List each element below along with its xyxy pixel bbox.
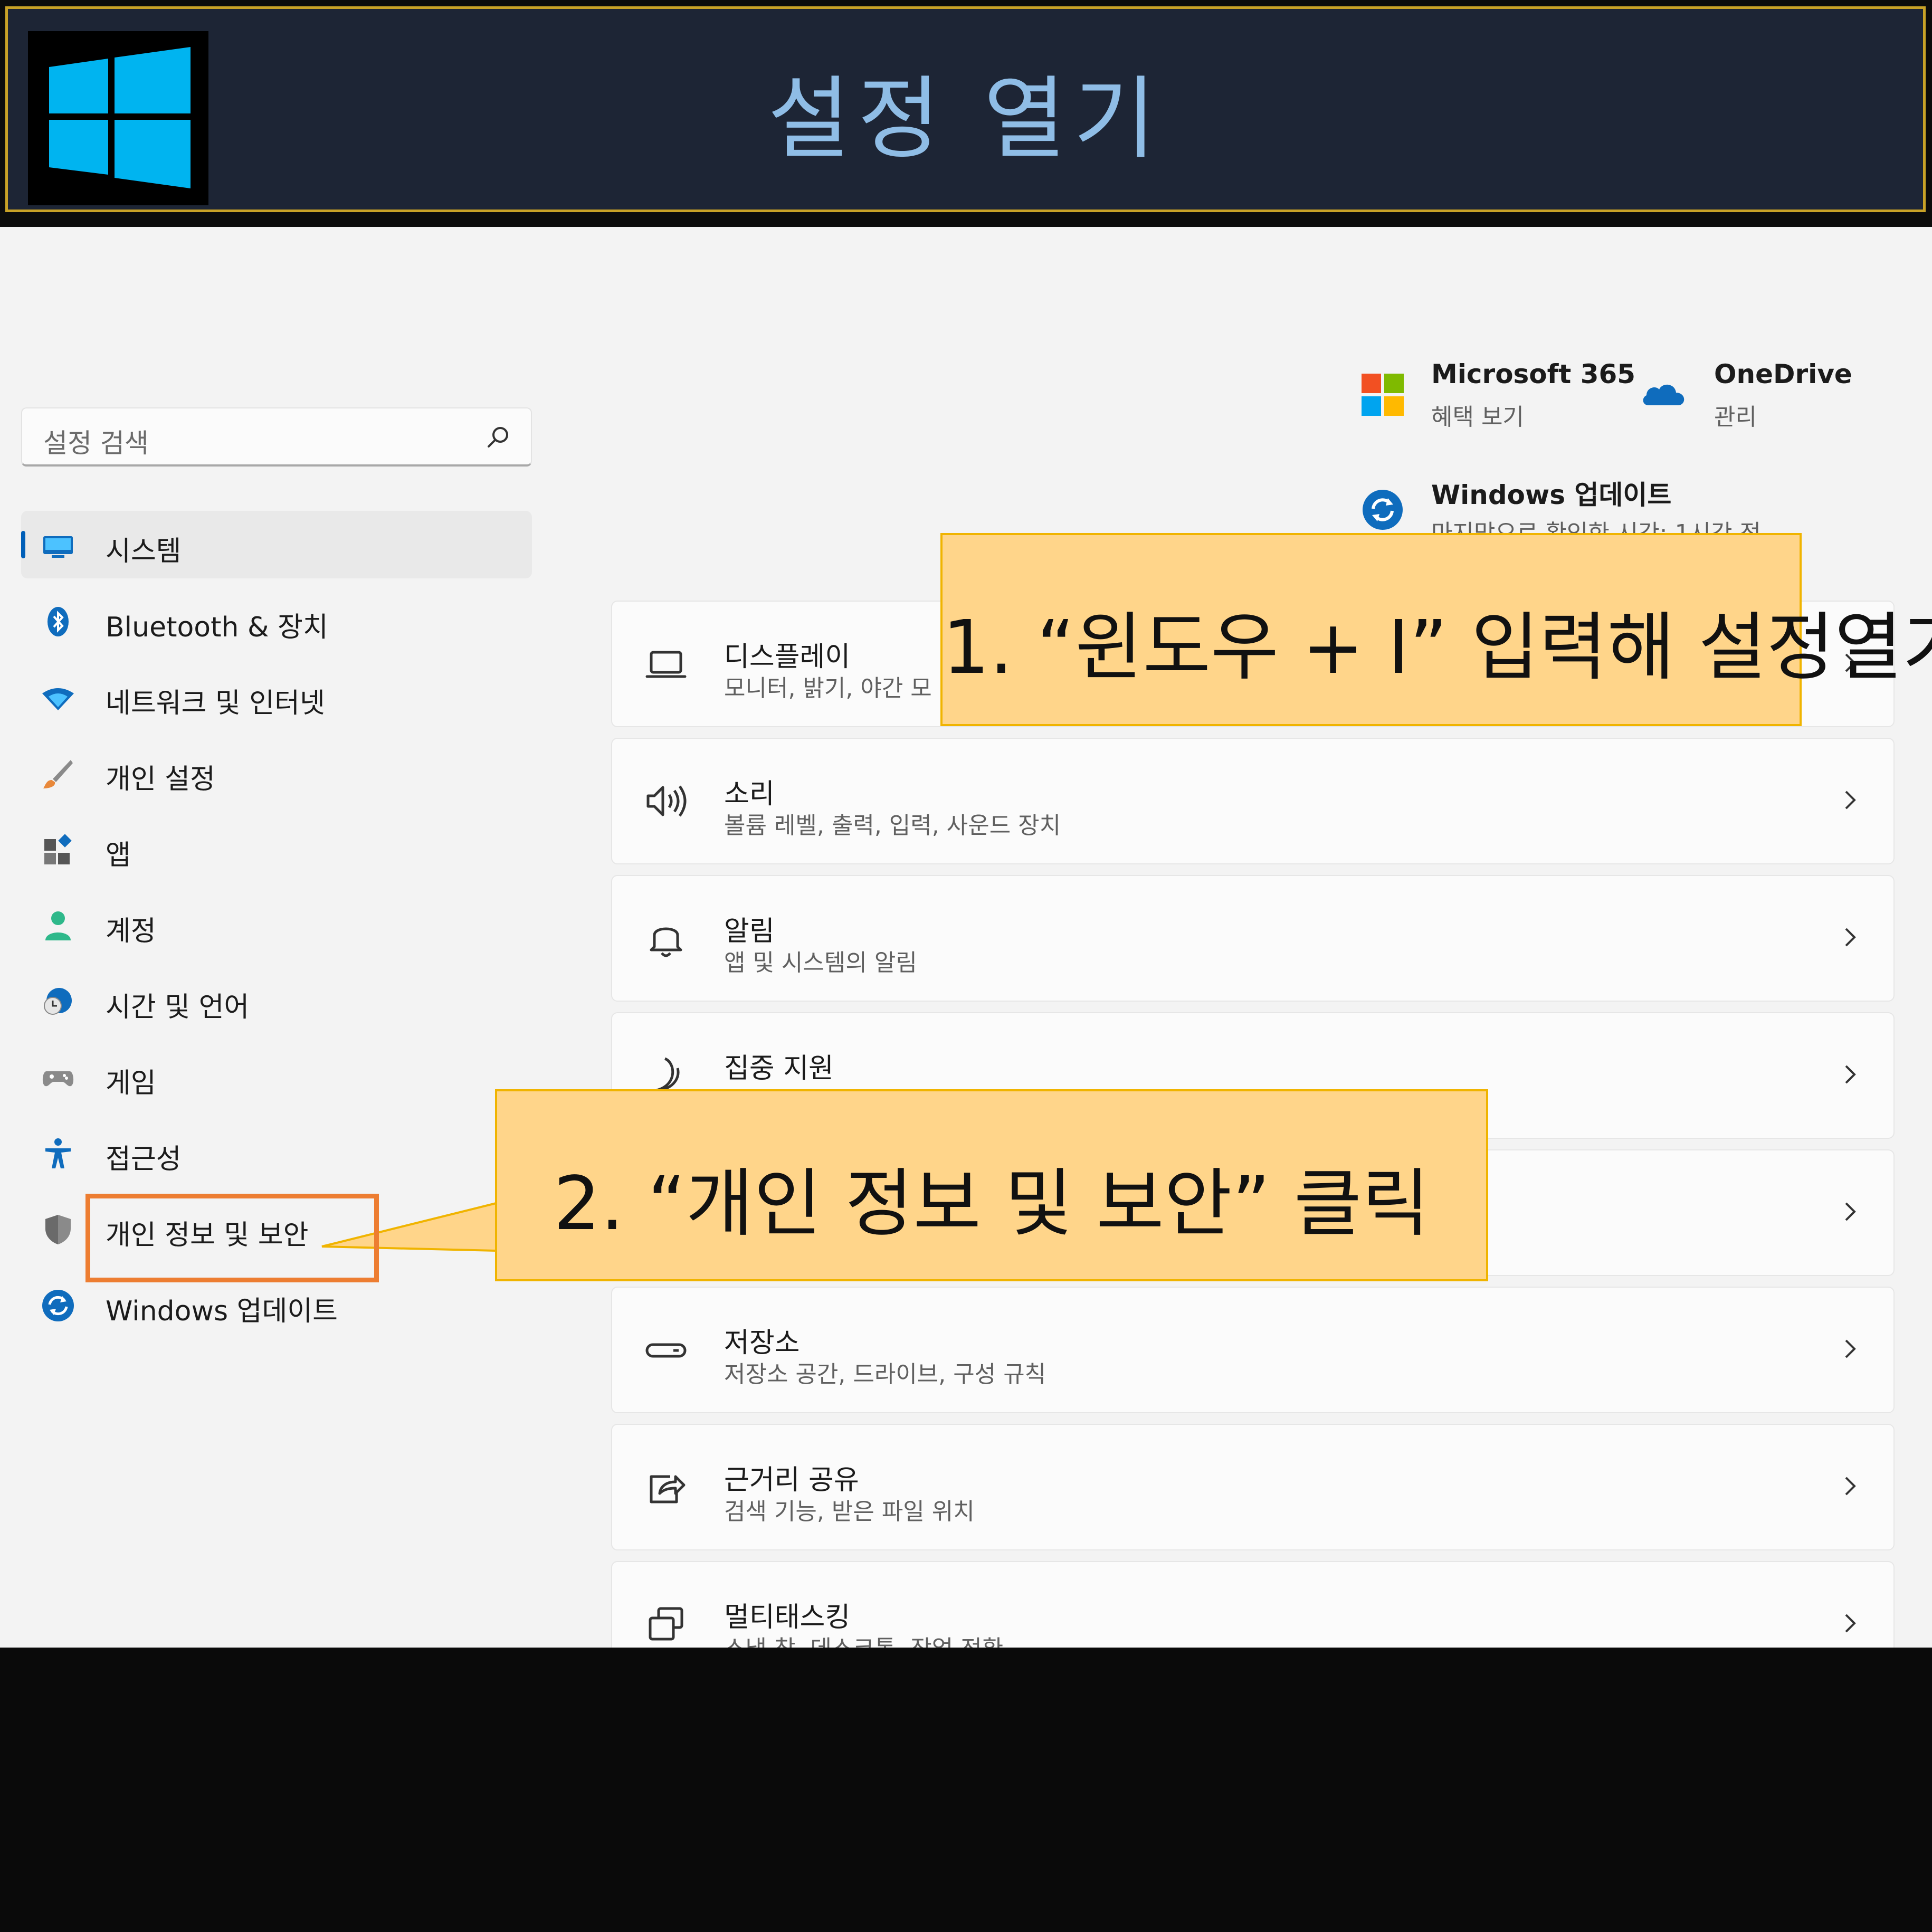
chevron-right-icon <box>1845 928 1856 947</box>
sidebar-item-accessibility[interactable]: 접근성 <box>21 1119 532 1186</box>
shield-icon <box>45 1215 71 1244</box>
gamepad-icon <box>42 1071 74 1087</box>
windows-stack-icon <box>649 1607 683 1641</box>
bell-icon <box>650 927 682 957</box>
sidebar-item-label: 네트워크 및 인터넷 <box>106 688 325 719</box>
clock-globe-icon <box>44 988 72 1015</box>
bottom-band <box>0 1648 1932 1932</box>
card-multitasking[interactable]: 멀티태스킹 스냅 창, 데스크톱, 작업 전환 <box>611 1561 1895 1648</box>
card-title: 알림 <box>724 916 775 947</box>
microsoft365-title: Microsoft 365 <box>1431 359 1636 389</box>
card-title: 저장소 <box>724 1327 800 1359</box>
bluetooth-icon <box>47 607 69 636</box>
windows-update-title: Windows 업데이트 <box>1431 480 1672 510</box>
wifi-icon <box>42 688 74 710</box>
callout-step2-text: 2. “개인 정보 및 보안” 클릭 <box>553 1161 1430 1247</box>
banner-frame: 설정 열기 <box>5 6 1926 212</box>
sidebar-item-system[interactable]: 시스템 <box>21 511 532 578</box>
card-subtitle: 저장소 공간, 드라이브, 구성 규칙 <box>724 1361 1046 1388</box>
sidebar-item-label: 접근성 <box>106 1144 182 1175</box>
card-subtitle: 검색 기능, 받은 파일 위치 <box>724 1498 975 1525</box>
card-subtitle: 스냅 창, 데스크톱, 작업 전환 <box>724 1630 1003 1648</box>
laptop-icon <box>645 651 687 678</box>
sidebar-item-time-language[interactable]: 시간 및 언어 <box>21 967 532 1034</box>
sync-icon <box>1363 490 1403 530</box>
microsoft365-icon <box>1362 374 1404 416</box>
sidebar-item-label: Windows 업데이트 <box>106 1296 338 1327</box>
card-subtitle: 앱 및 시스템의 알림 <box>724 949 917 976</box>
header-banner: 설정 열기 <box>0 0 1932 227</box>
chevron-right-icon <box>1845 791 1856 810</box>
card-subtitle: 볼륨 레벨, 출력, 입력, 사운드 장치 <box>724 812 1061 839</box>
callout-step2: 2. “개인 정보 및 보안” 클릭 <box>495 1089 1488 1281</box>
monitor-icon <box>43 536 73 558</box>
search-input[interactable]: 설정 검색 <box>21 407 532 467</box>
card-title: 멀티태스킹 <box>724 1602 851 1633</box>
card-title: 집중 지원 <box>724 1053 834 1084</box>
sidebar-item-network[interactable]: 네트워크 및 인터넷 <box>21 663 532 730</box>
microsoft365-tile[interactable]: Microsoft 365 혜택 보기 <box>1359 359 1635 431</box>
drive-icon <box>645 1343 687 1358</box>
accessibility-icon <box>45 1138 71 1168</box>
sync-icon <box>42 1290 74 1321</box>
sidebar-item-accounts[interactable]: 계정 <box>21 891 532 958</box>
sidebar-item-personalization[interactable]: 개인 설정 <box>21 739 532 806</box>
callout-step1-text: 1. “윈도우 + I” 입력해 설정열기 <box>943 605 1932 691</box>
chevron-right-icon <box>1845 1339 1856 1358</box>
windows-update-tile[interactable]: Windows 업데이트 마지막으로 확인한 시간: 1시간 전 <box>1359 474 1792 533</box>
sidebar-item-label: 게임 <box>106 1068 156 1099</box>
card-title: 디스플레이 <box>724 641 851 673</box>
sidebar-item-bluetooth[interactable]: Bluetooth & 장치 <box>21 587 532 654</box>
card-sound[interactable]: 소리 볼륨 레벨, 출력, 입력, 사운드 장치 <box>611 738 1895 864</box>
sidebar-item-label: 시스템 <box>106 536 182 567</box>
callout-step1: 1. “윈도우 + I” 입력해 설정열기 <box>940 533 1932 726</box>
card-subtitle: 모니터, 밝기, 야간 모 <box>724 675 932 702</box>
sidebar-item-label: 개인 설정 <box>106 764 215 795</box>
sidebar-item-label: 계정 <box>106 916 156 947</box>
sidebar-item-gaming[interactable]: 게임 <box>21 1043 532 1110</box>
chevron-right-icon <box>1845 1065 1856 1084</box>
chevron-right-icon <box>1845 1202 1856 1221</box>
banner-title: 설정 열기 <box>767 67 1164 172</box>
onedrive-sub: 관리 <box>1714 404 1757 431</box>
sidebar-item-label: 시간 및 언어 <box>106 992 250 1023</box>
speaker-icon <box>646 785 687 817</box>
search-icon[interactable] <box>486 424 511 450</box>
card-title: 근거리 공유 <box>724 1464 859 1496</box>
chevron-right-icon <box>1845 1614 1856 1633</box>
apps-icon <box>44 834 72 864</box>
chevron-right-icon <box>1845 1477 1856 1496</box>
sidebar-item-label: 앱 <box>106 840 131 871</box>
onedrive-icon <box>1643 384 1684 405</box>
sidebar-item-label: Bluetooth & 장치 <box>106 612 328 643</box>
search-placeholder: 설정 검색 <box>43 428 149 459</box>
brush-icon <box>43 760 73 788</box>
person-icon <box>45 911 71 940</box>
selection-indicator <box>21 531 25 558</box>
onedrive-title: OneDrive <box>1714 359 1852 389</box>
card-notifications[interactable]: 알림 앱 및 시스템의 알림 <box>611 875 1895 1002</box>
microsoft365-sub: 혜택 보기 <box>1431 404 1524 431</box>
share-icon <box>650 1475 686 1503</box>
highlight-privacy-security <box>85 1194 379 1282</box>
card-title: 소리 <box>724 778 775 810</box>
windows-update-sub: 마지막으로 확인한 시간: 1시간 전 <box>1431 514 1761 533</box>
onedrive-tile[interactable]: OneDrive 관리 <box>1641 359 1895 431</box>
card-nearby-sharing[interactable]: 근거리 공유 검색 기능, 받은 파일 위치 <box>611 1424 1895 1550</box>
settings-window: 설정 검색 Microsoft 365 혜택 보기 OneDrive 관리 Wi… <box>0 227 1932 1648</box>
sidebar-item-apps[interactable]: 앱 <box>21 815 532 882</box>
card-storage[interactable]: 저장소 저장소 공간, 드라이브, 구성 규칙 <box>611 1287 1895 1413</box>
